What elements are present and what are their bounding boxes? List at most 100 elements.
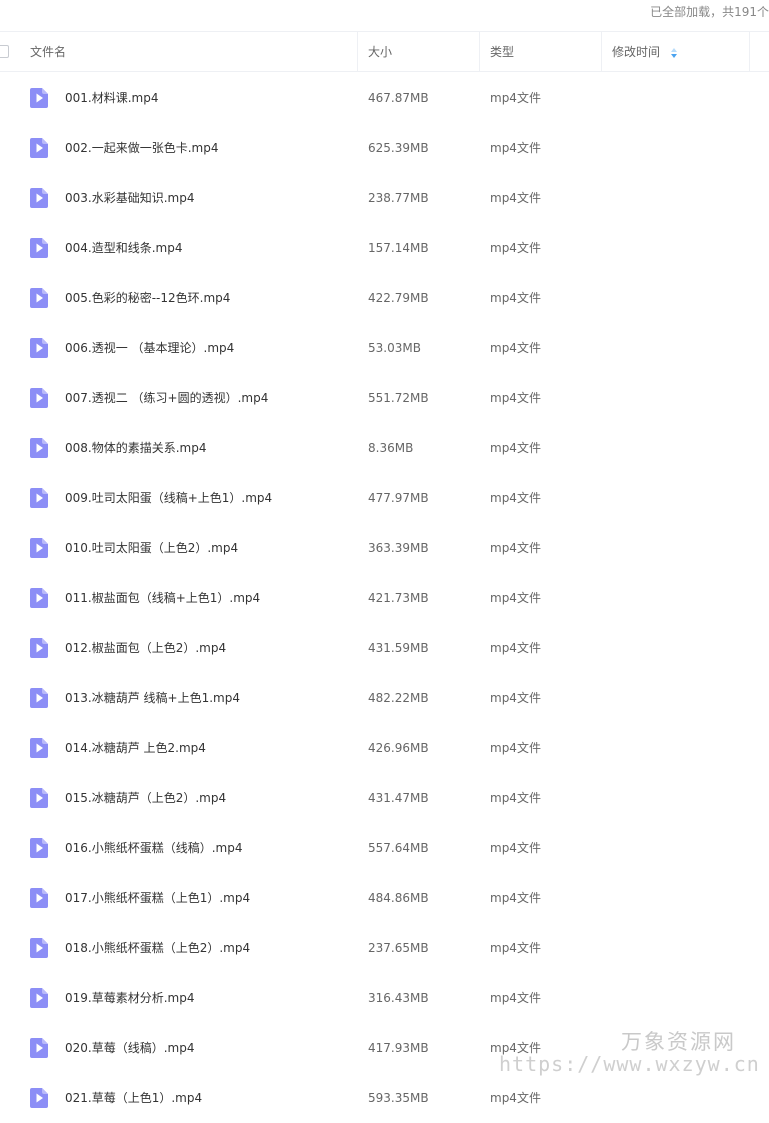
file-name[interactable]: 006.透视一 （基本理论）.mp4 xyxy=(65,323,234,373)
file-row[interactable]: 019.草莓素材分析.mp4 316.43MB mp4文件 xyxy=(0,973,769,1023)
video-file-icon xyxy=(30,838,48,858)
file-size: 557.64MB xyxy=(368,841,429,855)
column-divider[interactable] xyxy=(749,32,750,71)
file-list-header: 文件名 大小 类型 修改时间 xyxy=(0,31,769,72)
column-header-type[interactable]: 类型 xyxy=(490,32,514,71)
file-row[interactable]: 008.物体的素描关系.mp4 8.36MB mp4文件 xyxy=(0,423,769,473)
file-name[interactable]: 021.草莓（上色1）.mp4 xyxy=(65,1073,202,1123)
file-type: mp4文件 xyxy=(490,241,541,255)
file-name[interactable]: 013.冰糖葫芦 线稿+上色1.mp4 xyxy=(65,673,240,723)
file-type: mp4文件 xyxy=(490,591,541,605)
video-file-icon xyxy=(30,88,48,108)
video-file-icon xyxy=(30,738,48,758)
file-name[interactable]: 020.草莓（线稿）.mp4 xyxy=(65,1023,194,1073)
file-name[interactable]: 015.冰糖葫芦（上色2）.mp4 xyxy=(65,773,226,823)
file-type: mp4文件 xyxy=(490,541,541,555)
video-file-icon xyxy=(30,288,48,308)
file-row[interactable]: 004.造型和线条.mp4 157.14MB mp4文件 xyxy=(0,223,769,273)
file-size: 157.14MB xyxy=(368,241,429,255)
file-row[interactable]: 009.吐司太阳蛋（线稿+上色1）.mp4 477.97MB mp4文件 xyxy=(0,473,769,523)
file-size: 467.87MB xyxy=(368,91,429,105)
file-type: mp4文件 xyxy=(490,141,541,155)
file-name[interactable]: 012.椒盐面包（上色2）.mp4 xyxy=(65,623,226,673)
file-size: 422.79MB xyxy=(368,291,429,305)
file-name[interactable]: 007.透视二 （练习+圆的透视）.mp4 xyxy=(65,373,268,423)
file-type: mp4文件 xyxy=(490,191,541,205)
video-file-icon xyxy=(30,538,48,558)
video-file-icon xyxy=(30,1088,48,1108)
file-size: 316.43MB xyxy=(368,991,429,1005)
video-file-icon xyxy=(30,388,48,408)
file-row[interactable]: 018.小熊纸杯蛋糕（上色2）.mp4 237.65MB mp4文件 xyxy=(0,923,769,973)
file-name[interactable]: 014.冰糖葫芦 上色2.mp4 xyxy=(65,723,206,773)
file-row[interactable]: 015.冰糖葫芦（上色2）.mp4 431.47MB mp4文件 xyxy=(0,773,769,823)
file-row[interactable]: 012.椒盐面包（上色2）.mp4 431.59MB mp4文件 xyxy=(0,623,769,673)
video-file-icon xyxy=(30,238,48,258)
column-divider[interactable] xyxy=(479,32,480,71)
file-row[interactable]: 016.小熊纸杯蛋糕（线稿）.mp4 557.64MB mp4文件 xyxy=(0,823,769,873)
file-type: mp4文件 xyxy=(490,291,541,305)
file-type: mp4文件 xyxy=(490,791,541,805)
file-row[interactable]: 010.吐司太阳蛋（上色2）.mp4 363.39MB mp4文件 xyxy=(0,523,769,573)
video-file-icon xyxy=(30,688,48,708)
file-list: 001.材料课.mp4 467.87MB mp4文件 002.一起来做一张色卡.mp4… xyxy=(0,73,769,1123)
file-name[interactable]: 002.一起来做一张色卡.mp4 xyxy=(65,123,218,173)
file-name[interactable]: 019.草莓素材分析.mp4 xyxy=(65,973,194,1023)
file-name[interactable]: 018.小熊纸杯蛋糕（上色2）.mp4 xyxy=(65,923,250,973)
file-type: mp4文件 xyxy=(490,441,541,455)
video-file-icon xyxy=(30,988,48,1008)
file-row[interactable]: 001.材料课.mp4 467.87MB mp4文件 xyxy=(0,73,769,123)
file-name[interactable]: 004.造型和线条.mp4 xyxy=(65,223,182,273)
file-size: 625.39MB xyxy=(368,141,429,155)
sort-arrows-icon[interactable] xyxy=(671,48,677,58)
video-file-icon xyxy=(30,438,48,458)
watermark-url: https://www.wxzyw.cn xyxy=(499,1052,760,1076)
video-file-icon xyxy=(30,638,48,658)
file-row[interactable]: 011.椒盐面包（线稿+上色1）.mp4 421.73MB mp4文件 xyxy=(0,573,769,623)
load-status-text: 已全部加载，共191个 xyxy=(650,5,769,19)
video-file-icon xyxy=(30,1038,48,1058)
video-file-icon xyxy=(30,138,48,158)
file-size: 421.73MB xyxy=(368,591,429,605)
file-type: mp4文件 xyxy=(490,641,541,655)
file-size: 551.72MB xyxy=(368,391,429,405)
file-type: mp4文件 xyxy=(490,741,541,755)
file-size: 482.22MB xyxy=(368,691,429,705)
file-name[interactable]: 011.椒盐面包（线稿+上色1）.mp4 xyxy=(65,573,260,623)
column-divider[interactable] xyxy=(357,32,358,71)
file-row[interactable]: 014.冰糖葫芦 上色2.mp4 426.96MB mp4文件 xyxy=(0,723,769,773)
video-file-icon xyxy=(30,588,48,608)
file-row[interactable]: 013.冰糖葫芦 线稿+上色1.mp4 482.22MB mp4文件 xyxy=(0,673,769,723)
file-row[interactable]: 007.透视二 （练习+圆的透视）.mp4 551.72MB mp4文件 xyxy=(0,373,769,423)
file-size: 431.47MB xyxy=(368,791,429,805)
file-row[interactable]: 003.水彩基础知识.mp4 238.77MB mp4文件 xyxy=(0,173,769,223)
file-row[interactable]: 005.色彩的秘密--12色环.mp4 422.79MB mp4文件 xyxy=(0,273,769,323)
file-name[interactable]: 008.物体的素描关系.mp4 xyxy=(65,423,206,473)
file-row[interactable]: 021.草莓（上色1）.mp4 593.35MB mp4文件 xyxy=(0,1073,769,1123)
file-name[interactable]: 010.吐司太阳蛋（上色2）.mp4 xyxy=(65,523,238,573)
file-name[interactable]: 017.小熊纸杯蛋糕（上色1）.mp4 xyxy=(65,873,250,923)
file-name[interactable]: 009.吐司太阳蛋（线稿+上色1）.mp4 xyxy=(65,473,272,523)
select-all-checkbox[interactable] xyxy=(0,45,9,58)
file-type: mp4文件 xyxy=(490,91,541,105)
file-name[interactable]: 016.小熊纸杯蛋糕（线稿）.mp4 xyxy=(65,823,242,873)
file-row[interactable]: 017.小熊纸杯蛋糕（上色1）.mp4 484.86MB mp4文件 xyxy=(0,873,769,923)
column-header-modified[interactable]: 修改时间 xyxy=(612,32,660,71)
column-divider[interactable] xyxy=(601,32,602,71)
file-row[interactable]: 002.一起来做一张色卡.mp4 625.39MB mp4文件 xyxy=(0,123,769,173)
file-name[interactable]: 001.材料课.mp4 xyxy=(65,73,158,123)
file-size: 426.96MB xyxy=(368,741,429,755)
file-size: 484.86MB xyxy=(368,891,429,905)
column-header-name[interactable]: 文件名 xyxy=(30,32,66,71)
file-name[interactable]: 003.水彩基础知识.mp4 xyxy=(65,173,194,223)
video-file-icon xyxy=(30,338,48,358)
column-header-size[interactable]: 大小 xyxy=(368,32,392,71)
file-name[interactable]: 005.色彩的秘密--12色环.mp4 xyxy=(65,273,230,323)
file-type: mp4文件 xyxy=(490,491,541,505)
file-row[interactable]: 006.透视一 （基本理论）.mp4 53.03MB mp4文件 xyxy=(0,323,769,373)
file-size: 237.65MB xyxy=(368,941,429,955)
video-file-icon xyxy=(30,188,48,208)
file-size: 431.59MB xyxy=(368,641,429,655)
file-type: mp4文件 xyxy=(490,891,541,905)
file-size: 238.77MB xyxy=(368,191,429,205)
